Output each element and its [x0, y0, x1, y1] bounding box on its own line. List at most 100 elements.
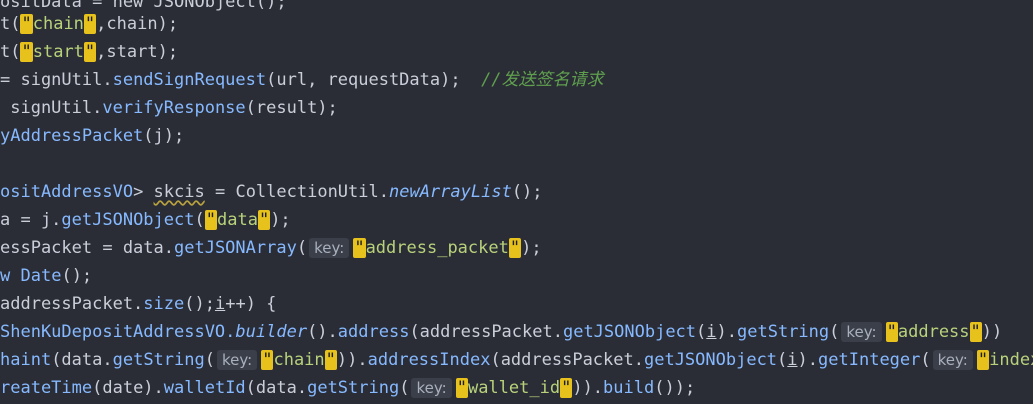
- code-token: builder: [235, 322, 308, 342]
- parameter-hint: key:: [411, 378, 452, 398]
- code-token: w: [0, 266, 11, 286]
- code-line[interactable]: addressPacket.size();i++) {: [0, 290, 276, 318]
- code-token: ).: [797, 350, 819, 370]
- code-token: (data.: [51, 350, 113, 370]
- parameter-hint: key:: [841, 322, 882, 342]
- code-line[interactable]: = signUtil.sendSignRequest(url, requestD…: [0, 66, 604, 94]
- code-token: ();: [184, 294, 215, 314]
- matched-quote: ": [20, 42, 33, 62]
- code-token: verifyResponse: [102, 98, 246, 118]
- matched-quote: ": [353, 238, 366, 258]
- code-token: CollectionUtil.: [235, 182, 389, 202]
- code-token: i: [787, 350, 798, 370]
- code-token: signUtil.: [0, 98, 103, 118]
- parameter-hint: key:: [309, 238, 350, 258]
- code-token: build: [603, 378, 655, 398]
- code-token: (url, requestData);: [266, 70, 482, 90]
- code-line[interactable]: ShenKuDepositAddressVO.builder().address…: [0, 318, 1002, 346]
- code-token: ());: [654, 378, 696, 398]
- code-token: getJSONObject: [61, 210, 195, 230]
- code-editor[interactable]: ositData = new JSONObject(); t("chain",ch…: [0, 0, 1033, 404]
- code-token: address: [897, 322, 970, 342]
- code-token: getJSONObject: [643, 350, 778, 370]
- parameter-hint: key:: [216, 350, 258, 370]
- matched-quote: ": [83, 42, 97, 62]
- code-token: haint: [0, 350, 52, 370]
- code-token: getString: [737, 322, 830, 342]
- matched-quote: ": [204, 210, 217, 230]
- code-line[interactable]: t("chain",chain);: [0, 10, 178, 38]
- code-line[interactable]: yAddressPacket(j);: [0, 122, 184, 150]
- code-token: yAddressPacket: [0, 126, 144, 146]
- code-token: ();: [511, 182, 543, 202]
- matched-quote: ": [83, 14, 97, 34]
- code-token: i: [214, 294, 226, 314]
- matched-quote: ": [261, 350, 274, 370]
- matched-quote: ": [885, 322, 898, 342]
- code-token: )).: [336, 350, 368, 370]
- matched-quote: ": [20, 14, 33, 34]
- code-token: (j);: [143, 126, 185, 146]
- code-token: (addressPacket.: [409, 322, 563, 342]
- code-token: chain: [32, 14, 84, 34]
- code-line[interactable]: t("start",start);: [0, 38, 178, 66]
- code-token: (: [204, 350, 215, 370]
- code-token: ShenKuDepositAddressVO.: [0, 322, 236, 342]
- code-token: sendSignRequest: [112, 70, 267, 90]
- code-line[interactable]: w Date();: [0, 262, 92, 290]
- code-token: chain: [273, 350, 325, 370]
- code-token: );: [270, 210, 291, 230]
- code-token: a = j.: [0, 210, 62, 230]
- code-line[interactable]: a = j.getJSONObject("data");: [0, 206, 291, 234]
- code-token: (: [829, 322, 840, 342]
- code-token: getString: [307, 378, 400, 398]
- matched-quote: ": [508, 238, 522, 258]
- code-token: t(: [0, 42, 21, 62]
- matched-quote: ": [969, 322, 982, 342]
- code-token: addressPacket.: [0, 294, 144, 314]
- code-token: )): [981, 322, 1003, 342]
- parameter-hint: key:: [932, 350, 973, 370]
- code-token: =: [204, 182, 236, 202]
- code-token: (: [696, 322, 707, 342]
- code-token: ).: [716, 322, 738, 342]
- code-line[interactable]: signUtil.verifyResponse(result);: [0, 94, 338, 122]
- code-token: = signUtil.: [0, 70, 113, 90]
- matched-quote: ": [257, 210, 271, 230]
- code-token: size: [143, 294, 185, 314]
- code-token: getJSONArray: [174, 238, 297, 258]
- code-token: start: [32, 42, 84, 62]
- code-token: wallet_id: [467, 378, 561, 398]
- code-token: newArrayList: [388, 182, 512, 202]
- code-token: i: [706, 322, 717, 342]
- code-token: address_packet: [365, 238, 509, 258]
- code-token: );: [521, 238, 542, 258]
- matched-quote: ": [455, 378, 468, 398]
- code-token: (addressPacket.: [490, 350, 644, 370]
- code-line[interactable]: ositAddressVO> skcis = CollectionUtil.ne…: [0, 178, 543, 206]
- code-line[interactable]: haint(data.getString(key: "chain")).addre…: [0, 346, 1033, 374]
- code-token: (: [194, 210, 205, 230]
- code-token: addressIndex: [367, 350, 491, 370]
- code-token: ,start);: [96, 42, 179, 62]
- code-token: ().: [307, 322, 338, 342]
- code-token: (: [920, 350, 931, 370]
- code-token: (date).: [92, 378, 164, 398]
- code-token: (: [296, 238, 308, 258]
- code-token: >: [133, 182, 154, 202]
- code-token: data: [216, 210, 258, 230]
- code-line[interactable]: reateTime(date).walletId(data.getString(…: [0, 374, 695, 402]
- code-token: )).: [572, 378, 604, 398]
- code-token: essPacket = data.: [0, 238, 174, 258]
- code-token: (data.: [245, 378, 308, 398]
- code-token: skcis: [153, 182, 205, 202]
- code-token: getString: [112, 350, 205, 370]
- code-token: reateTime: [0, 378, 93, 398]
- code-token: ,chain);: [96, 14, 179, 34]
- code-token: getJSONObject: [562, 322, 697, 342]
- code-token: index: [989, 350, 1033, 370]
- code-line[interactable]: essPacket = data.getJSONArray(key: "addre…: [0, 234, 542, 262]
- code-token: (: [399, 378, 410, 398]
- code-token: ++) {: [225, 294, 277, 314]
